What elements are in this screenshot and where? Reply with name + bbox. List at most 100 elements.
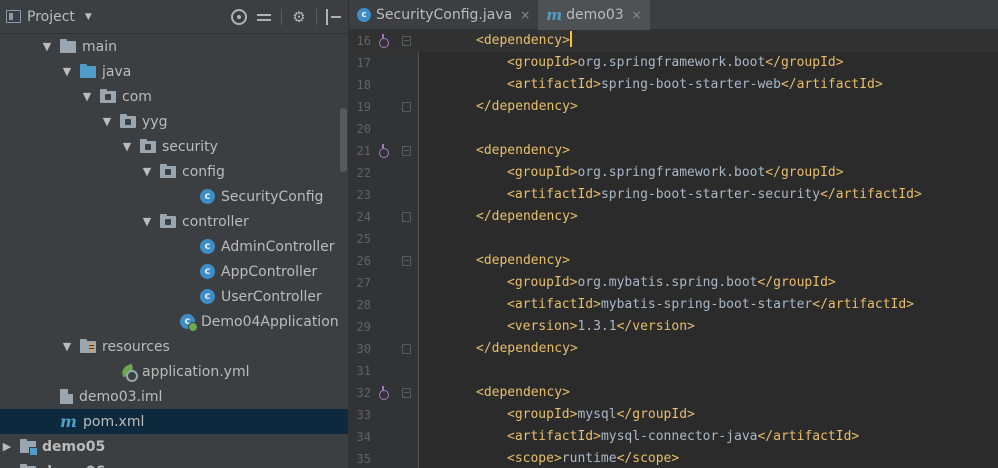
code-line[interactable]: 31: [349, 360, 998, 382]
code-line[interactable]: 32 <dependency>: [349, 382, 998, 404]
package-icon: [100, 88, 116, 103]
code-line[interactable]: 25: [349, 228, 998, 250]
project-panel-header[interactable]: Project ▼ ⚙: [0, 0, 348, 34]
tree-item[interactable]: ▼ java: [0, 59, 348, 84]
tag-end: </groupId>: [616, 407, 695, 422]
code-line[interactable]: 26 <dependency>: [349, 250, 998, 272]
tree-item[interactable]: c UserController: [0, 284, 348, 309]
tag-value: org.mybatis.spring.boot: [577, 275, 758, 290]
chevron-down-icon[interactable]: ▼: [100, 115, 114, 128]
fold-icon[interactable]: [402, 212, 411, 222]
package-icon: [120, 113, 136, 128]
tree-item[interactable]: ▼ controller: [0, 209, 348, 234]
code-text: </dependency>: [476, 338, 578, 360]
line-number: 33: [356, 408, 371, 422]
chevron-down-icon[interactable]: ▼: [120, 140, 134, 153]
fold-icon[interactable]: [402, 102, 411, 112]
tag-close: >: [562, 385, 570, 400]
code-line[interactable]: 23 <artifactId>spring-boot-starter-securi…: [349, 184, 998, 206]
tree-item[interactable]: c AdminController: [0, 234, 348, 259]
tag-end: </groupId>: [757, 275, 836, 290]
chevron-down-icon[interactable]: ▼: [40, 40, 54, 53]
code-line[interactable]: 19 </dependency>: [349, 96, 998, 118]
chevron-down-icon[interactable]: ▼: [80, 90, 94, 103]
code-line[interactable]: 29 <version>1.3.1</version>: [349, 316, 998, 338]
dependency-marker-icon[interactable]: [378, 144, 389, 158]
tag-end: </artifactId>: [812, 297, 915, 312]
chevron-down-icon[interactable]: ▼: [140, 165, 154, 178]
code-line[interactable]: 33 <groupId>mysql</groupId>: [349, 404, 998, 426]
tag-close: >: [569, 99, 578, 114]
tag-value: org.springframework.boot: [577, 165, 766, 180]
code-text: <version>1.3.1</version>: [507, 316, 695, 338]
tag-end: </groupId>: [765, 55, 844, 70]
line-number: 29: [356, 320, 371, 334]
tag-open: <: [507, 297, 515, 312]
fold-icon[interactable]: [402, 344, 411, 354]
tag-name: dependency: [483, 33, 563, 48]
close-icon[interactable]: ×: [520, 8, 530, 22]
fold-icon[interactable]: [402, 256, 411, 266]
code-line[interactable]: 18 <artifactId>spring-boot-starter-web</a…: [349, 74, 998, 96]
code-line[interactable]: 34 <artifactId>mysql-connector-java</arti…: [349, 426, 998, 448]
code-line[interactable]: 27 <groupId>org.mybatis.spring.boot</grou…: [349, 272, 998, 294]
code-area[interactable]: 16 <dependency> 17 <groupId>org.springframe…: [349, 30, 998, 468]
tree-item[interactable]: ▼ security: [0, 134, 348, 159]
hide-icon[interactable]: [326, 9, 342, 25]
tag-name: dependency: [483, 385, 563, 400]
line-number: 23: [356, 188, 371, 202]
tag-end: </version>: [616, 319, 695, 334]
chevron-down-icon[interactable]: ▼: [85, 12, 92, 22]
tree-item-label: UserController: [221, 288, 322, 305]
tree-item[interactable]: m pom.xml: [0, 409, 348, 434]
code-line[interactable]: 22 <groupId>org.springframework.boot</gro…: [349, 162, 998, 184]
line-number: 28: [356, 298, 371, 312]
tree-item[interactable]: ▶ demo05: [0, 434, 348, 459]
tree-item[interactable]: ▼ config: [0, 159, 348, 184]
code-line[interactable]: 35 <scope>runtime</scope>: [349, 448, 998, 468]
fold-icon[interactable]: [402, 388, 411, 398]
collapse-icon[interactable]: [256, 9, 272, 25]
tree-item[interactable]: ▼ resources: [0, 334, 348, 359]
settings-icon[interactable]: ⚙: [291, 9, 307, 25]
locate-icon[interactable]: [231, 9, 247, 25]
tree-item[interactable]: c AppController: [0, 259, 348, 284]
tree-scrollbar[interactable]: [340, 108, 347, 172]
line-number: 26: [356, 254, 371, 268]
tree-item[interactable]: c SecurityConfig: [0, 184, 348, 209]
tree-item[interactable]: ▼ main: [0, 34, 348, 59]
tree-item[interactable]: ▼ yyg: [0, 109, 348, 134]
tab-securityconfig-java[interactable]: c SecurityConfig.java ×: [349, 0, 538, 30]
code-line[interactable]: 30 </dependency>: [349, 338, 998, 360]
tag-open: <: [476, 385, 484, 400]
code-line[interactable]: 16 <dependency>: [349, 30, 998, 52]
close-icon[interactable]: ×: [632, 8, 642, 22]
tag-open: <: [507, 275, 515, 290]
class-icon: c: [357, 8, 371, 22]
code-line[interactable]: 24 </dependency>: [349, 206, 998, 228]
line-number: 32: [356, 386, 371, 400]
fold-icon[interactable]: [402, 146, 411, 156]
dependency-marker-icon[interactable]: [378, 386, 389, 400]
tree-item[interactable]: demo03.iml: [0, 384, 348, 409]
tree-item[interactable]: ▶demo06: [0, 459, 348, 468]
code-line[interactable]: 28 <artifactId>mybatis-spring-boot-starte…: [349, 294, 998, 316]
tree-item[interactable]: c Demo04Application: [0, 309, 348, 334]
code-text: <artifactId>mysql-connector-java</artifa…: [507, 426, 859, 448]
project-panel-title[interactable]: Project: [27, 9, 75, 25]
class-icon: c: [200, 264, 215, 279]
tree-item[interactable]: ▼ com: [0, 84, 348, 109]
code-line[interactable]: 17 <groupId>org.springframework.boot</gro…: [349, 52, 998, 74]
code-line[interactable]: 20: [349, 118, 998, 140]
code-line[interactable]: 21 <dependency>: [349, 140, 998, 162]
tab-demo03[interactable]: m demo03 ×: [538, 0, 650, 30]
line-number: 30: [356, 342, 371, 356]
chevron-down-icon[interactable]: ▼: [140, 215, 154, 228]
chevron-down-icon[interactable]: ▼: [60, 340, 74, 353]
dependency-marker-icon[interactable]: [378, 34, 389, 48]
toolbar-divider: [316, 9, 317, 25]
tree-item[interactable]: application.yml: [0, 359, 348, 384]
chevron-down-icon[interactable]: ▼: [60, 65, 74, 78]
chevron-right-icon[interactable]: ▶: [0, 440, 14, 453]
fold-icon[interactable]: [402, 36, 411, 46]
